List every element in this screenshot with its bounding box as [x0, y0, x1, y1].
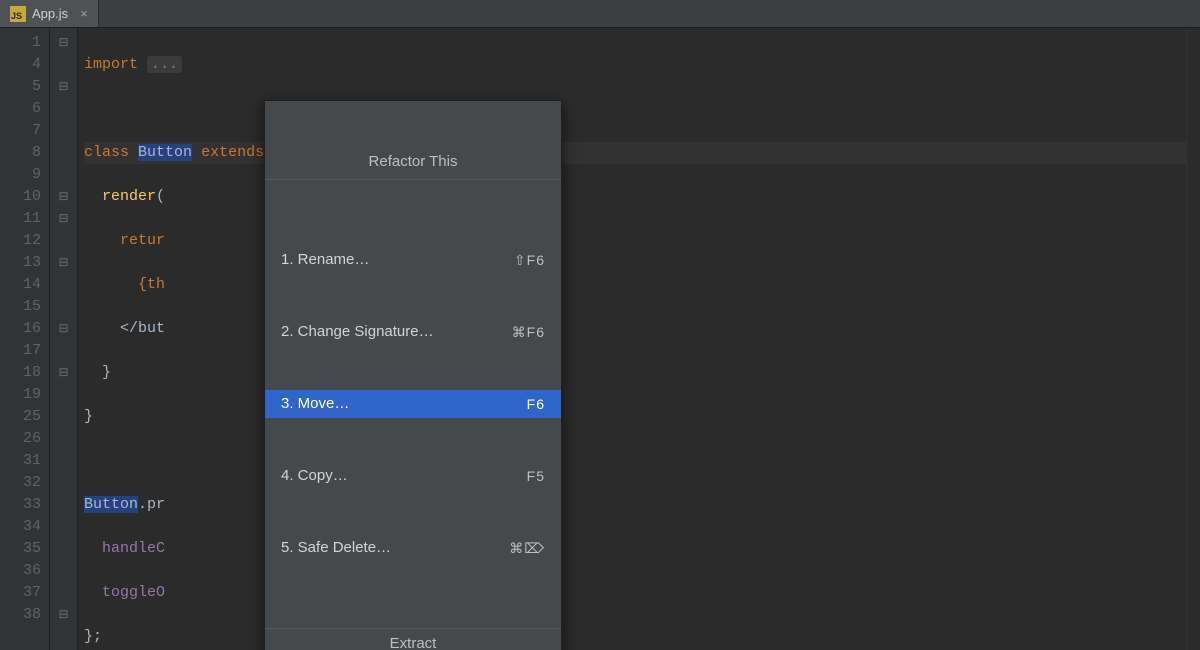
- menu-item-label: 1. Rename…: [281, 249, 369, 271]
- folded-ellipsis[interactable]: ...: [147, 56, 182, 73]
- line-number[interactable]: 4: [0, 54, 41, 76]
- line-number[interactable]: 7: [0, 120, 41, 142]
- fold-toggle: [50, 472, 77, 494]
- js-file-icon: [10, 6, 26, 22]
- line-number[interactable]: 34: [0, 516, 41, 538]
- tab-app-js[interactable]: App.js ×: [0, 0, 99, 27]
- line-number[interactable]: 31: [0, 450, 41, 472]
- menu-item-shortcut: ⇧F6: [514, 249, 545, 271]
- fold-toggle: [50, 142, 77, 164]
- code-editor: 1 4 5 6 7 8 9 10 11 12 13 14 15 16 17 18…: [0, 28, 1200, 650]
- fold-toggle: [50, 296, 77, 318]
- fold-toggle: [50, 274, 77, 296]
- fold-toggle: [50, 560, 77, 582]
- fold-toggle[interactable]: ⊟: [50, 318, 77, 340]
- line-number[interactable]: 1: [0, 32, 41, 54]
- menu-item-change-signature[interactable]: 2. Change Signature… ⌘F6: [265, 318, 561, 346]
- keyword-extends: extends: [201, 144, 264, 161]
- refactor-this-menu: Refactor This 1. Rename… ⇧F6 2. Change S…: [264, 100, 562, 650]
- keyword-return: retur: [120, 232, 165, 249]
- jsx-close-button: </but: [120, 320, 165, 337]
- line-number[interactable]: 8: [0, 142, 41, 164]
- selection-button-ref: Button: [84, 496, 138, 513]
- line-number[interactable]: 12: [0, 230, 41, 252]
- menu-subheader-extract: Extract: [265, 628, 561, 650]
- fold-toggle: [50, 582, 77, 604]
- menu-item-safe-delete[interactable]: 5. Safe Delete… ⌘⌦: [265, 534, 561, 562]
- keyword-this: {th: [138, 276, 165, 293]
- menu-item-shortcut: F5: [527, 465, 545, 487]
- fold-toggle: [50, 494, 77, 516]
- fold-toggle: [50, 98, 77, 120]
- selection-button: Button: [138, 144, 192, 161]
- tab-bar: App.js ×: [0, 0, 1200, 28]
- menu-item-label: 3. Move…: [281, 393, 349, 415]
- fold-toggle: [50, 384, 77, 406]
- fold-toggle: [50, 516, 77, 538]
- menu-item-label: 2. Change Signature…: [281, 321, 434, 343]
- line-number[interactable]: 35: [0, 538, 41, 560]
- identifier-render: render: [102, 188, 156, 205]
- tab-filename: App.js: [32, 6, 68, 21]
- line-number[interactable]: 38: [0, 604, 41, 626]
- fold-toggle[interactable]: ⊟: [50, 76, 77, 98]
- fold-toggle: [50, 450, 77, 472]
- fold-toggle: [50, 428, 77, 450]
- prop-handleclick-decl: handleC: [102, 540, 165, 557]
- fold-toggle: [50, 340, 77, 362]
- fold-toggle[interactable]: ⊟: [50, 604, 77, 626]
- line-number[interactable]: 17: [0, 340, 41, 362]
- menu-item-copy[interactable]: 4. Copy… F5: [265, 462, 561, 490]
- fold-toggle: [50, 54, 77, 76]
- fold-toggle[interactable]: ⊟: [50, 252, 77, 274]
- menu-item-rename[interactable]: 1. Rename… ⇧F6: [265, 246, 561, 274]
- line-number[interactable]: 26: [0, 428, 41, 450]
- line-number[interactable]: 36: [0, 560, 41, 582]
- line-number[interactable]: 15: [0, 296, 41, 318]
- line-number[interactable]: 19: [0, 384, 41, 406]
- fold-gutter: ⊟ ⊟ ⊟ ⊟ ⊟ ⊟ ⊟ ⊟: [50, 28, 78, 650]
- menu-item-shortcut: F6: [527, 393, 545, 415]
- fold-toggle: [50, 230, 77, 252]
- menu-item-shortcut: ⌘F6: [512, 321, 545, 343]
- fold-toggle: [50, 538, 77, 560]
- close-icon[interactable]: ×: [80, 6, 88, 21]
- line-number[interactable]: 33: [0, 494, 41, 516]
- menu-item-shortcut: ⌘⌦: [509, 537, 545, 559]
- line-number[interactable]: 6: [0, 98, 41, 120]
- line-number[interactable]: 37: [0, 582, 41, 604]
- fold-toggle[interactable]: ⊟: [50, 208, 77, 230]
- code-area[interactable]: import ... class Button extends PureComp…: [78, 28, 1186, 650]
- fold-toggle: [50, 120, 77, 142]
- line-number-gutter: 1 4 5 6 7 8 9 10 11 12 13 14 15 16 17 18…: [0, 28, 50, 650]
- menu-item-label: 4. Copy…: [281, 465, 348, 487]
- keyword-import: import: [84, 56, 138, 73]
- marker-bar[interactable]: [1186, 28, 1200, 650]
- menu-item-label: 5. Safe Delete…: [281, 537, 391, 559]
- fold-toggle[interactable]: ⊟: [50, 186, 77, 208]
- menu-title: Refactor This: [265, 145, 561, 180]
- keyword-class: class: [84, 144, 129, 161]
- line-number[interactable]: 10: [0, 186, 41, 208]
- prop-toggleon-decl: toggleO: [102, 584, 165, 601]
- line-number[interactable]: 13: [0, 252, 41, 274]
- fold-toggle: [50, 406, 77, 428]
- fold-toggle[interactable]: ⊟: [50, 362, 77, 384]
- line-number[interactable]: 9: [0, 164, 41, 186]
- line-number[interactable]: 14: [0, 274, 41, 296]
- line-number[interactable]: 32: [0, 472, 41, 494]
- menu-item-move[interactable]: 3. Move… F6: [265, 390, 561, 418]
- fold-toggle[interactable]: ⊟: [50, 32, 77, 54]
- line-number[interactable]: 11: [0, 208, 41, 230]
- line-number[interactable]: 5: [0, 76, 41, 98]
- fold-toggle: [50, 164, 77, 186]
- line-number[interactable]: 18: [0, 362, 41, 384]
- line-number[interactable]: 25: [0, 406, 41, 428]
- line-number[interactable]: 16: [0, 318, 41, 340]
